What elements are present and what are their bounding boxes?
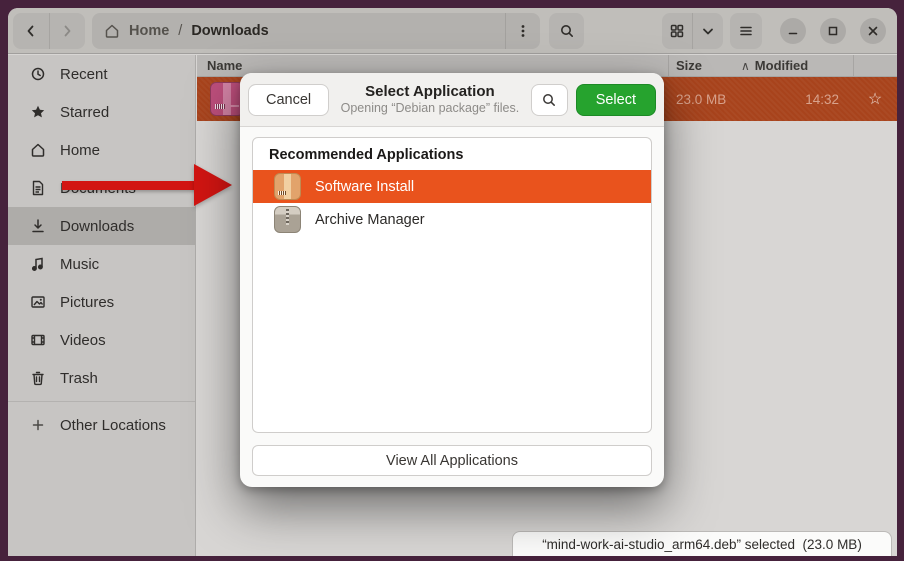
sidebar-separator bbox=[8, 401, 195, 402]
archive-manager-icon bbox=[274, 206, 301, 233]
maximize-icon bbox=[827, 25, 839, 37]
chevron-down-icon bbox=[700, 23, 716, 39]
sidebar-item-trash[interactable]: Trash bbox=[8, 359, 195, 397]
download-icon bbox=[30, 218, 46, 234]
breadcrumb-home[interactable]: Home bbox=[129, 23, 169, 39]
sidebar-item-label: Videos bbox=[60, 332, 106, 349]
sidebar-item-label: Downloads bbox=[60, 218, 134, 235]
sidebar-item-home[interactable]: Home bbox=[8, 131, 195, 169]
file-size-cell: 23.0 MB bbox=[669, 92, 741, 107]
sidebar-item-recent[interactable]: Recent bbox=[8, 55, 195, 93]
app-name: Archive Manager bbox=[315, 212, 425, 228]
search-icon bbox=[541, 92, 557, 108]
close-button[interactable] bbox=[860, 18, 886, 44]
sidebar-item-label: Starred bbox=[60, 104, 109, 121]
home-icon bbox=[30, 142, 46, 158]
hamburger-icon bbox=[738, 23, 754, 39]
picture-icon bbox=[30, 294, 46, 310]
sidebar-item-label: Trash bbox=[60, 370, 98, 387]
home-icon bbox=[104, 23, 120, 39]
app-row-software-install[interactable]: Software Install bbox=[253, 170, 651, 203]
dialog-title-block: Select Application Opening “Debian packa… bbox=[337, 83, 523, 116]
maximize-button[interactable] bbox=[820, 18, 846, 44]
view-all-applications-button[interactable]: View All Applications bbox=[252, 445, 652, 476]
star-icon bbox=[30, 104, 46, 120]
nav-button-group bbox=[13, 13, 85, 49]
status-bar: “mind-work-ai-studio_arm64.deb” selected… bbox=[512, 531, 892, 556]
sidebar-item-label: Documents bbox=[60, 180, 136, 197]
search-button[interactable] bbox=[549, 13, 584, 49]
sidebar-item-label: Other Locations bbox=[60, 417, 166, 434]
sidebar-item-other-locations[interactable]: Other Locations bbox=[8, 406, 195, 444]
star-outline-icon[interactable]: ☆ bbox=[853, 89, 897, 109]
dialog-body: Recommended Applications Software Instal… bbox=[240, 127, 664, 487]
sidebar-item-pictures[interactable]: Pictures bbox=[8, 283, 195, 321]
trash-icon bbox=[30, 370, 46, 386]
path-menu-button[interactable] bbox=[506, 13, 540, 49]
application-list: Recommended Applications Software Instal… bbox=[252, 137, 652, 433]
app-row-archive-manager[interactable]: Archive Manager bbox=[253, 203, 651, 236]
column-header-modified[interactable]: ∧ Modified bbox=[741, 55, 853, 76]
deb-package-icon bbox=[210, 82, 244, 116]
forward-button[interactable] bbox=[50, 13, 86, 49]
dialog-search-button[interactable] bbox=[531, 84, 568, 116]
path-bar[interactable]: Home / Downloads bbox=[92, 13, 540, 49]
minimize-icon bbox=[787, 25, 799, 37]
view-options-dropdown[interactable] bbox=[693, 13, 723, 49]
chevron-left-icon bbox=[23, 23, 39, 39]
sidebar-item-label: Music bbox=[60, 256, 99, 273]
grid-icon bbox=[669, 23, 685, 39]
sidebar-item-label: Pictures bbox=[60, 294, 114, 311]
dialog-title: Select Application bbox=[337, 83, 523, 101]
back-button[interactable] bbox=[13, 13, 49, 49]
column-header-star bbox=[853, 55, 897, 76]
headerbar: Home / Downloads bbox=[8, 8, 897, 54]
select-button[interactable]: Select bbox=[576, 84, 656, 116]
dialog-subtitle: Opening “Debian package” files. bbox=[337, 101, 523, 116]
sidebar-item-downloads[interactable]: Downloads bbox=[8, 207, 195, 245]
recommended-applications-header: Recommended Applications bbox=[253, 138, 651, 170]
view-toggle-group bbox=[662, 13, 723, 49]
sidebar-item-label: Home bbox=[60, 142, 100, 159]
plus-icon bbox=[30, 417, 46, 433]
minimize-button[interactable] bbox=[780, 18, 806, 44]
search-icon bbox=[559, 23, 575, 39]
main-menu-button[interactable] bbox=[730, 13, 762, 49]
dialog-header: Cancel Select Application Opening “Debia… bbox=[240, 73, 664, 127]
sidebar: Recent Starred Home Documents Downloads … bbox=[8, 55, 196, 556]
select-application-dialog: Cancel Select Application Opening “Debia… bbox=[240, 73, 664, 487]
file-modified-cell: 14:32 bbox=[741, 92, 853, 107]
sidebar-item-music[interactable]: Music bbox=[8, 245, 195, 283]
chevron-right-icon bbox=[59, 23, 75, 39]
vertical-dots-icon bbox=[515, 23, 531, 39]
sort-ascending-icon: ∧ bbox=[741, 59, 750, 73]
grid-view-button[interactable] bbox=[662, 13, 692, 49]
sidebar-item-starred[interactable]: Starred bbox=[8, 93, 195, 131]
document-icon bbox=[30, 180, 46, 196]
breadcrumb-separator: / bbox=[178, 23, 182, 39]
sidebar-item-documents[interactable]: Documents bbox=[8, 169, 195, 207]
breadcrumb-current[interactable]: Downloads bbox=[191, 23, 268, 39]
sidebar-item-label: Recent bbox=[60, 66, 108, 83]
app-name: Software Install bbox=[315, 179, 414, 195]
sidebar-item-videos[interactable]: Videos bbox=[8, 321, 195, 359]
close-icon bbox=[867, 25, 879, 37]
cancel-button[interactable]: Cancel bbox=[248, 84, 329, 116]
music-note-icon bbox=[30, 256, 46, 272]
film-icon bbox=[30, 332, 46, 348]
clock-icon bbox=[30, 66, 46, 82]
software-install-icon bbox=[274, 173, 301, 200]
column-header-size[interactable]: Size bbox=[669, 55, 741, 76]
